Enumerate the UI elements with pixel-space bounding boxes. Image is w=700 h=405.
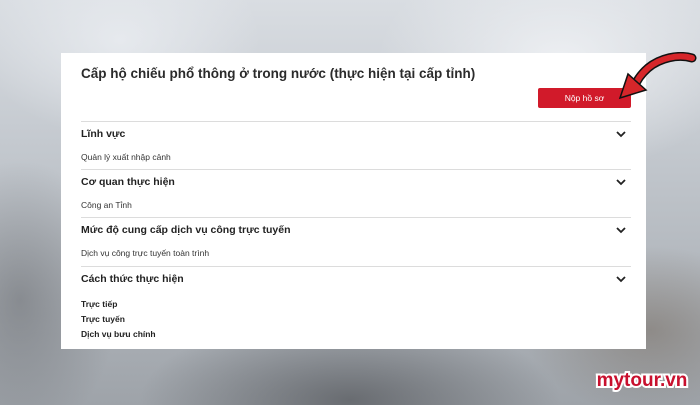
section-title: Cơ quan thực hiện [81, 176, 175, 188]
page-title: Cấp hộ chiếu phổ thông ở trong nước (thự… [81, 66, 476, 81]
section-value: Dịch vụ công trực tuyến toàn trình [81, 248, 210, 258]
chevron-down-icon[interactable] [615, 273, 627, 285]
method-list: Trực tiếp Trực tuyến Dịch vụ bưu chính [81, 297, 631, 342]
svg-text:mytour.vn: mytour.vn [597, 370, 688, 391]
section-value: Quản lý xuất nhập cảnh [81, 152, 171, 162]
section-service-level-header[interactable]: Mức độ cung cấp dịch vụ công trực tuyến [81, 218, 631, 242]
section-title: Mức độ cung cấp dịch vụ công trực tuyến [81, 224, 291, 236]
section-agency-header[interactable]: Cơ quan thực hiện [81, 170, 631, 194]
section-title: Cách thức thực hiện [81, 273, 184, 285]
list-item: Trực tiếp [81, 299, 118, 309]
chevron-down-icon[interactable] [615, 224, 627, 236]
list-item: Trực tuyến [81, 314, 125, 324]
chevron-down-icon[interactable] [615, 176, 627, 188]
section-field-header[interactable]: Lĩnh vực [81, 122, 631, 146]
section-title: Lĩnh vực [81, 128, 126, 140]
section-value: Công an Tỉnh [81, 200, 132, 210]
section-method: Cách thức thực hiện Trực tiếp Trực tuyến… [81, 266, 631, 342]
section-field: Lĩnh vực Quản lý xuất nhập cảnh [81, 121, 631, 162]
list-item: Dịch vụ bưu chính [81, 329, 156, 339]
mytour-logo: mytour.vn [595, 368, 690, 393]
section-service-level: Mức độ cung cấp dịch vụ công trực tuyến … [81, 217, 631, 258]
section-agency: Cơ quan thực hiện Công an Tỉnh [81, 169, 631, 210]
procedure-card: Cấp hộ chiếu phổ thông ở trong nước (thự… [61, 53, 646, 349]
section-method-header[interactable]: Cách thức thực hiện [81, 267, 631, 291]
red-arrow-icon [618, 52, 697, 100]
chevron-down-icon[interactable] [615, 128, 627, 140]
